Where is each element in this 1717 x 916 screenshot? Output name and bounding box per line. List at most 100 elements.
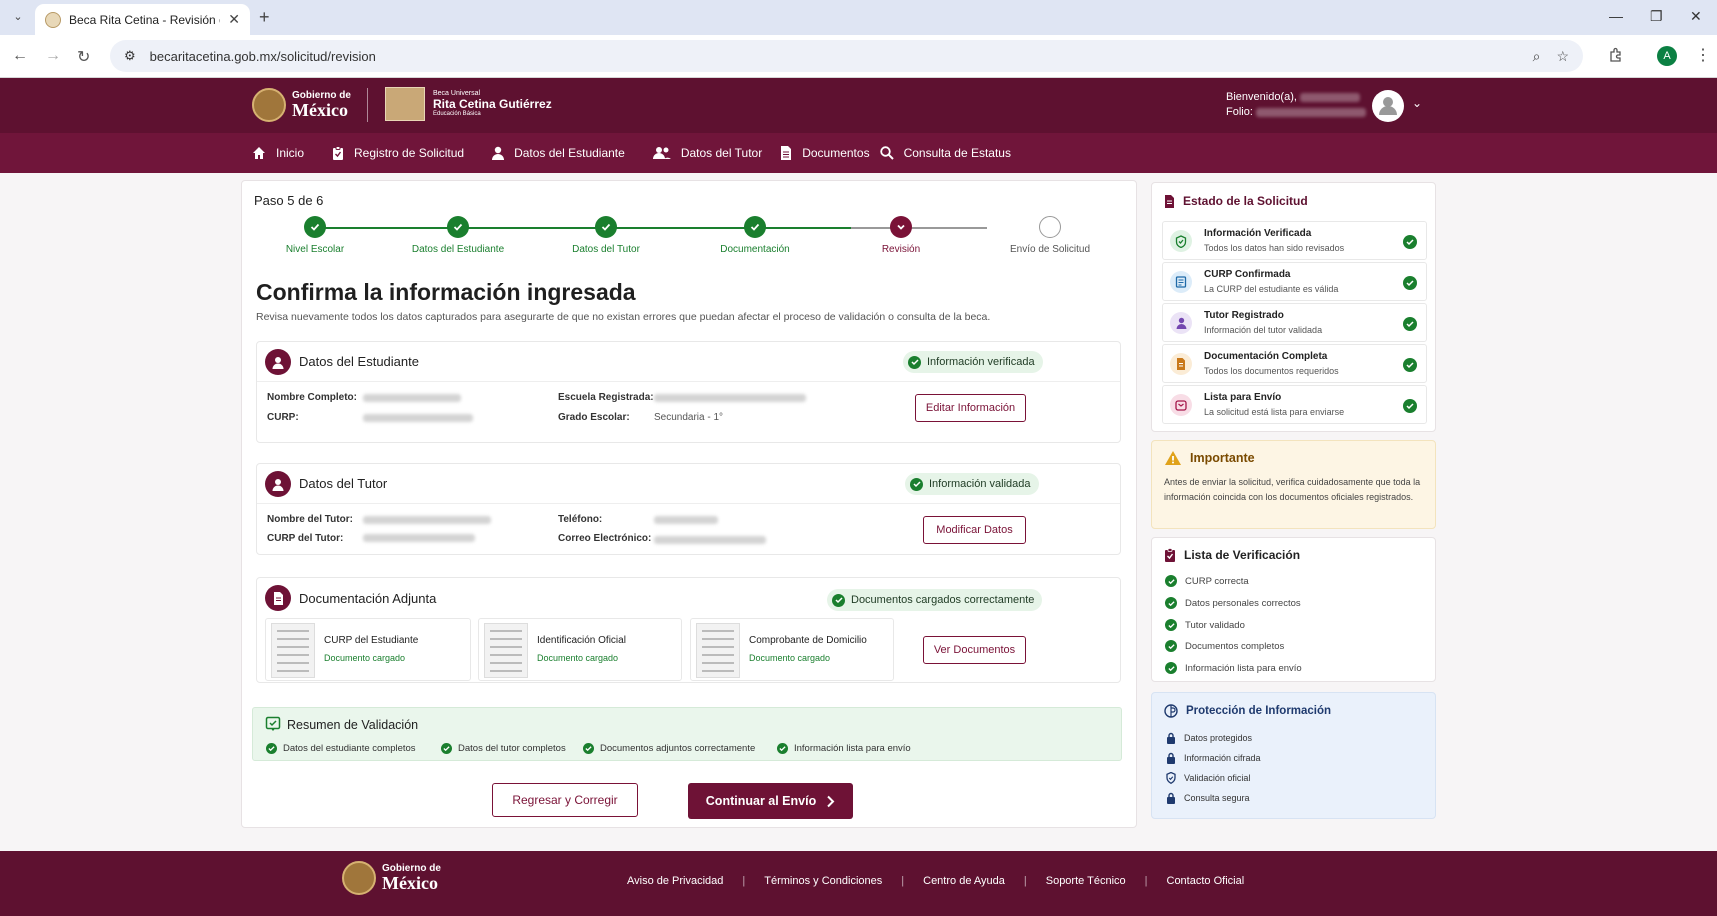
user-avatar[interactable]	[1372, 90, 1404, 122]
nombre-redacted	[363, 394, 461, 402]
restore-icon[interactable]: ❐	[1650, 8, 1663, 25]
zoom-icon[interactable]: ⌕	[1533, 48, 1541, 65]
section-title: Documentación Adjunta	[299, 591, 437, 606]
nav-label: Datos del Tutor	[680, 146, 763, 160]
progress-stepper: Nivel Escolar Datos del Estudiante Datos…	[242, 215, 1138, 265]
doc-card[interactable]: Identificación Oficial Documento cargado	[478, 618, 682, 681]
search-icon	[879, 146, 894, 160]
reload-icon[interactable]: ↻	[77, 47, 90, 67]
chevron-down-icon[interactable]: ⌄	[1412, 96, 1422, 110]
correo-label: Correo Electrónico:	[558, 533, 652, 544]
protection-item: Validación oficial	[1166, 772, 1250, 784]
check-icon	[1403, 276, 1417, 290]
nav-item-consulta[interactable]: Consulta de Estatus	[879, 146, 1011, 160]
privacy-icon	[1164, 704, 1178, 718]
site-footer: Gobierno de México Aviso de Privacidad |…	[0, 851, 1717, 916]
lock-icon	[1167, 732, 1175, 744]
tab-search-icon[interactable]: ⌄	[10, 10, 26, 26]
continue-submit-button[interactable]: Continuar al Envío	[688, 783, 853, 819]
footer-link-ayuda[interactable]: Centro de Ayuda	[904, 875, 1024, 887]
footer-link-soporte[interactable]: Soporte Técnico	[1027, 875, 1145, 887]
gobierno-logo[interactable]: Gobierno de México	[252, 88, 351, 122]
check-icon	[1403, 358, 1417, 372]
nav-label: Registro de Solicitud	[354, 146, 465, 160]
browser-tab[interactable]: Beca Rita Cetina - Revisión de So ✕	[35, 4, 250, 35]
gob-line2: México	[292, 100, 348, 120]
continue-label: Continuar al Envío	[705, 794, 817, 808]
important-notice: Importante Antes de enviar la solicitud,…	[1151, 440, 1436, 529]
beca-logo[interactable]: Beca Universal Rita Cetina Gutiérrez Edu…	[385, 87, 552, 121]
status-item-sub: La solicitud está lista para enviarse	[1204, 407, 1345, 417]
user-info: Bienvenido(a), Folio:	[1226, 90, 1366, 120]
footer-link-privacidad[interactable]: Aviso de Privacidad	[608, 875, 742, 887]
nav-label: Documentos	[802, 146, 870, 160]
document-icon	[265, 585, 291, 611]
status-item: Documentación Completa Todos los documen…	[1162, 344, 1427, 383]
main-nav: Inicio Registro de Solicitud Datos del E…	[0, 133, 1717, 173]
bookmark-star-icon[interactable]: ☆	[1556, 48, 1569, 65]
doc-card[interactable]: Comprobante de Domicilio Documento carga…	[690, 618, 894, 681]
status-item-title: Información Verificada	[1204, 228, 1312, 239]
status-item-sub: Todos los datos han sido revisados	[1204, 243, 1345, 253]
minimize-icon[interactable]: —	[1609, 8, 1623, 24]
summary-item: Documentos adjuntos correctamente	[583, 743, 755, 754]
step-label: Envío de Solicitud	[1009, 244, 1091, 255]
doc-card[interactable]: CURP del Estudiante Documento cargado	[265, 618, 471, 681]
checklist-item: Información lista para envío	[1165, 662, 1302, 674]
portrait-image	[385, 87, 425, 121]
edit-info-button[interactable]: Editar Información	[915, 394, 1026, 422]
extensions-icon[interactable]	[1608, 47, 1624, 63]
view-documents-button[interactable]: Ver Documentos	[923, 636, 1026, 664]
check-icon	[447, 216, 469, 238]
modify-data-button[interactable]: Modificar Datos	[923, 516, 1026, 544]
close-window-icon[interactable]: ✕	[1690, 8, 1702, 25]
summary-item-label: Documentos adjuntos correctamente	[600, 743, 756, 754]
summary-item-label: Datos del estudiante completos	[283, 743, 416, 754]
grado-label: Grado Escolar:	[558, 412, 630, 423]
footer-link-terminos[interactable]: Términos y Condiciones	[745, 875, 901, 887]
page-title: Confirma la información ingresada	[256, 279, 636, 305]
check-icon	[1403, 399, 1417, 413]
curp-label: CURP:	[267, 412, 299, 423]
profile-avatar[interactable]: A	[1657, 46, 1677, 66]
close-tab-icon[interactable]: ✕	[228, 11, 240, 28]
step-label: Revisión	[881, 244, 921, 255]
site-info-icon[interactable]: ⚙	[124, 48, 136, 64]
nav-item-tutor[interactable]: Datos del Tutor	[652, 146, 763, 160]
telefono-label: Teléfono:	[558, 514, 603, 525]
check-icon	[1165, 619, 1177, 631]
checklist-label: Información lista para envío	[1185, 662, 1302, 674]
nav-label: Consulta de Estatus	[903, 146, 1011, 160]
check-icon	[583, 743, 594, 754]
step-nivel-escolar: Nivel Escolar	[250, 215, 380, 255]
step-label: Nivel Escolar	[285, 244, 345, 255]
shield-check-icon	[1170, 230, 1192, 252]
doc-title: Comprobante de Domicilio	[749, 635, 867, 646]
back-icon[interactable]: ←	[12, 47, 28, 65]
tutor-curp-redacted	[363, 534, 475, 542]
new-tab-icon[interactable]: +	[259, 7, 270, 28]
checklist-label: Tutor validado	[1185, 619, 1245, 631]
forward-icon[interactable]: →	[45, 47, 61, 65]
step-documentacion: Documentación	[690, 215, 820, 255]
nav-item-inicio[interactable]: Inicio	[252, 146, 304, 160]
chevron-down-icon	[890, 216, 912, 238]
home-icon	[253, 147, 265, 159]
gob-line2: México	[382, 873, 438, 893]
check-icon	[1403, 235, 1417, 249]
user-icon	[1170, 312, 1192, 334]
footer-link-contacto[interactable]: Contacto Oficial	[1148, 875, 1264, 887]
browser-menu-icon[interactable]: ⋮	[1695, 45, 1711, 65]
address-bar[interactable]: ⚙ becaritacetina.gob.mx/solicitud/revisi…	[110, 40, 1583, 72]
footer-logo[interactable]: Gobierno de México	[342, 861, 441, 895]
nav-item-registro[interactable]: Registro de Solicitud	[332, 146, 464, 160]
nav-item-documentos[interactable]: Documentos	[780, 146, 870, 160]
back-correct-button[interactable]: Regresar y Corregir	[492, 783, 638, 817]
summary-item: Información lista para envío	[777, 743, 911, 754]
check-icon	[304, 216, 326, 238]
checklist-item: Tutor validado	[1165, 619, 1245, 631]
nav-item-estudiante[interactable]: Datos del Estudiante	[492, 146, 625, 160]
step-envio: Envío de Solicitud	[985, 215, 1115, 255]
checklist-item: Datos personales correctos	[1165, 597, 1301, 609]
summary-title: Resumen de Validación	[287, 718, 419, 732]
